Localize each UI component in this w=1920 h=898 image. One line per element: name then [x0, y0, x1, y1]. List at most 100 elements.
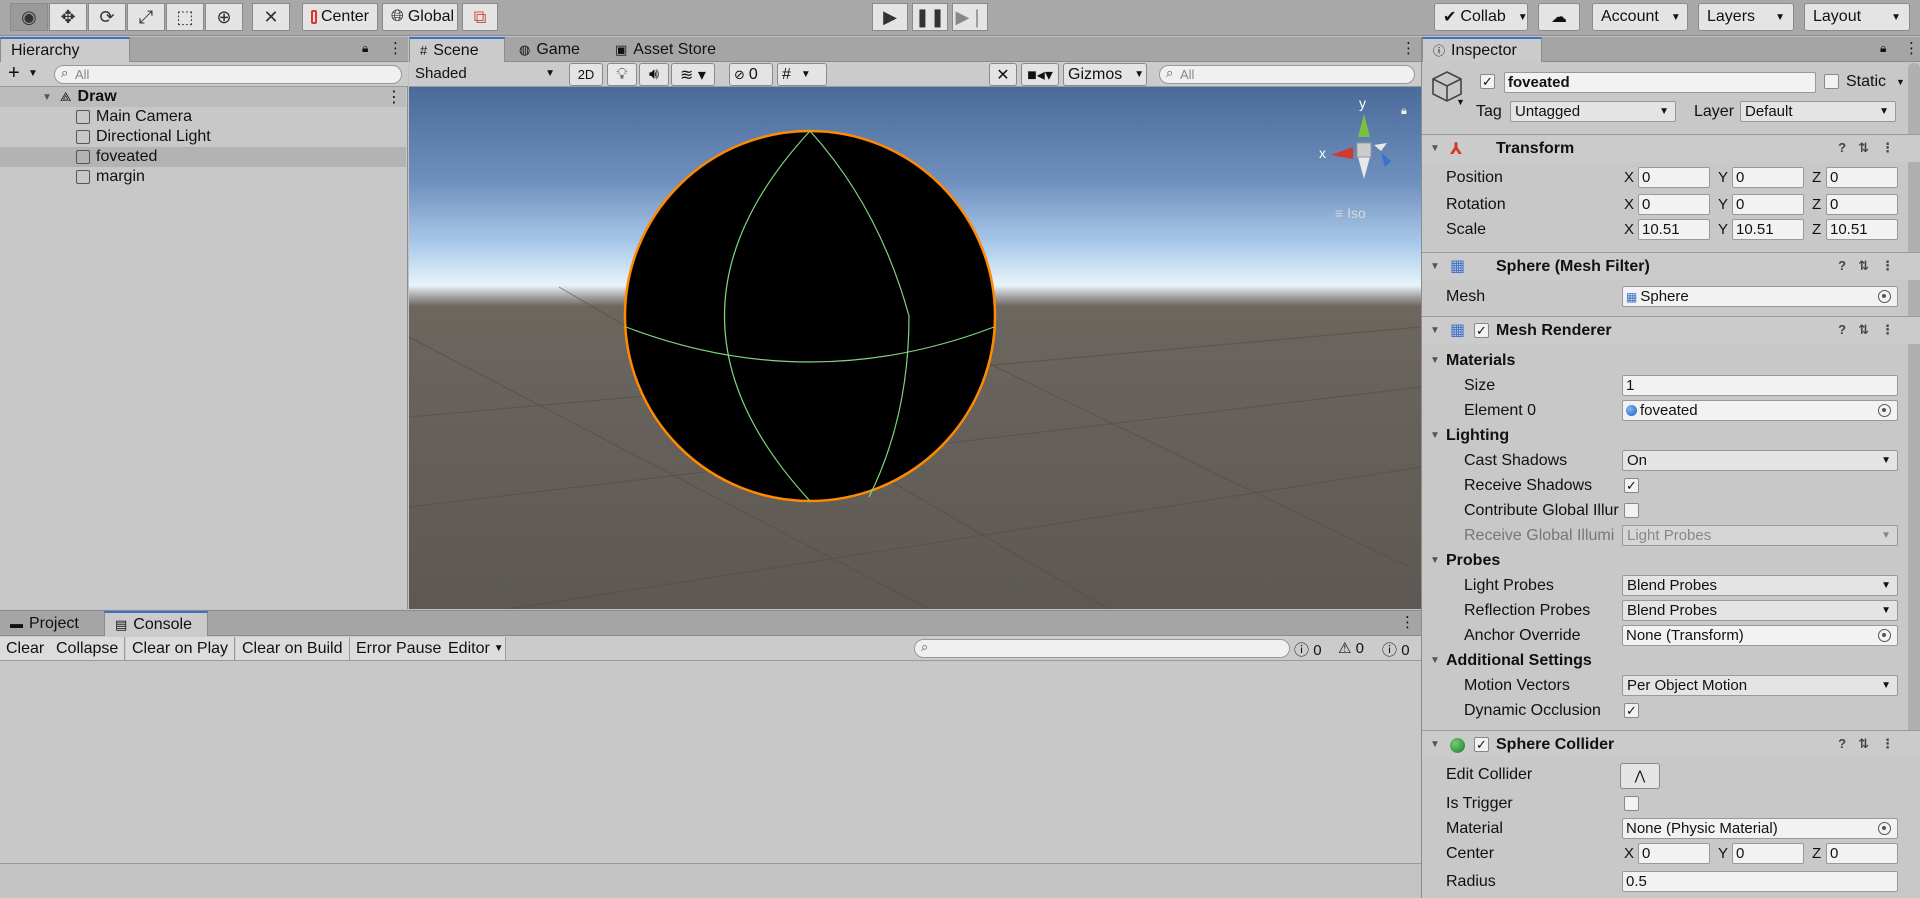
projection-toggle[interactable]: ≡ Iso — [1335, 205, 1366, 221]
mesh-renderer-enabled-checkbox[interactable]: ✓ — [1474, 323, 1489, 338]
materials-size-input[interactable]: 1 — [1622, 375, 1898, 396]
dynamic-occlusion-checkbox[interactable]: ✓ — [1624, 703, 1639, 718]
scene-tools-button[interactable]: ✕ — [989, 63, 1017, 86]
center-y-input[interactable]: 0 — [1732, 843, 1804, 864]
hierarchy-scene-row[interactable]: ▼ ⟁ Draw ⋮ — [0, 87, 406, 107]
expand-triangle-icon[interactable]: ▼ — [1430, 325, 1440, 336]
play-button[interactable]: ▶ — [872, 3, 908, 31]
error-pause-button[interactable]: Error Pause — [350, 637, 449, 660]
more-options-icon[interactable]: ⋮ — [1401, 39, 1416, 57]
transform-header[interactable]: ▼ ⅄ Transform ?⇅⋮ — [1422, 134, 1920, 162]
expand-triangle-icon[interactable]: ▼ — [1430, 555, 1440, 566]
chevron-down-icon[interactable]: ▼ — [1896, 77, 1905, 87]
light-probes-dropdown[interactable]: Blend Probes — [1622, 575, 1898, 596]
shading-mode-dropdown[interactable]: Shaded — [411, 63, 561, 84]
sphere-object[interactable] — [409, 87, 1421, 609]
lighting-toggle[interactable]: 💡︎ — [607, 63, 637, 86]
rotate-tool-button[interactable]: ⟳ — [88, 3, 126, 31]
hierarchy-item[interactable]: Main Camera — [0, 107, 406, 127]
pause-button[interactable]: ❚❚ — [912, 3, 948, 31]
materials-foldout[interactable]: ▼ Materials — [1422, 349, 1920, 374]
expand-triangle-icon[interactable]: ▼ — [42, 92, 52, 103]
component-header-icons[interactable]: ?⇅⋮ — [1838, 736, 1906, 752]
position-y-input[interactable]: 0 — [1732, 167, 1804, 188]
orientation-gizmo[interactable]: y x 🔒︎ — [1319, 95, 1409, 199]
expand-triangle-icon[interactable]: ▼ — [1430, 261, 1440, 272]
tab-scene[interactable]: # Scene — [409, 37, 505, 62]
rect-tool-button[interactable]: ⬚ — [166, 3, 204, 31]
receive-shadows-checkbox[interactable]: ✓ — [1624, 478, 1639, 493]
mesh-renderer-header[interactable]: ▼ ▦ ✓ Mesh Renderer ?⇅⋮ — [1422, 316, 1920, 344]
view-tool-button[interactable]: ◉ — [10, 3, 48, 31]
scene-search-input[interactable]: All — [1159, 65, 1415, 84]
cloud-button[interactable]: ☁ — [1538, 3, 1580, 31]
edit-collider-button[interactable]: ⋀ — [1620, 763, 1660, 789]
effects-toggle[interactable]: ≋ ▾ — [671, 63, 715, 86]
object-picker-icon[interactable] — [1878, 822, 1891, 835]
transform-tool-button[interactable]: ⊕ — [205, 3, 243, 31]
account-button[interactable]: Account ▼ — [1592, 3, 1688, 31]
mesh-filter-header[interactable]: ▼ ▦ Sphere (Mesh Filter) ?⇅⋮ — [1422, 252, 1920, 280]
hierarchy-item[interactable]: Directional Light — [0, 127, 406, 147]
console-search-input[interactable] — [914, 639, 1290, 658]
scale-x-input[interactable]: 10.51 — [1638, 219, 1710, 240]
grid-toggle[interactable]: # ▼ — [777, 63, 827, 86]
probes-foldout[interactable]: ▼ Probes — [1422, 549, 1920, 574]
pivot-center-button[interactable]: Center — [302, 3, 378, 31]
tab-asset-store[interactable]: ▣ Asset Store — [605, 37, 726, 62]
reflection-probes-dropdown[interactable]: Blend Probes — [1622, 600, 1898, 621]
component-header-icons[interactable]: ?⇅⋮ — [1838, 322, 1906, 338]
tab-inspector[interactable]: ⓘ Inspector — [1422, 37, 1542, 62]
mesh-field[interactable]: ▦ Sphere — [1622, 286, 1898, 307]
collider-material-field[interactable]: None (Physic Material) — [1622, 818, 1898, 839]
console-log-area[interactable] — [0, 661, 1421, 871]
contribute-gi-checkbox[interactable] — [1624, 503, 1639, 518]
camera-settings-button[interactable]: ■◂▾ — [1021, 63, 1059, 86]
radius-input[interactable]: 0.5 — [1622, 871, 1898, 892]
position-z-input[interactable]: 0 — [1826, 167, 1898, 188]
layer-dropdown[interactable]: Default — [1740, 101, 1896, 122]
active-checkbox[interactable]: ✓ — [1480, 74, 1495, 89]
error-count-toggle[interactable]: ⓘ 0 — [1294, 639, 1322, 660]
custom-tool-button[interactable]: ✕ — [252, 3, 290, 31]
layers-button[interactable]: Layers ▼ — [1698, 3, 1794, 31]
object-picker-icon[interactable] — [1878, 290, 1891, 303]
step-button[interactable]: ▶❘ — [952, 3, 988, 31]
mode-2d-button[interactable]: 2D — [569, 63, 603, 86]
scale-tool-button[interactable]: ⤢ — [127, 3, 165, 31]
is-trigger-checkbox[interactable] — [1624, 796, 1639, 811]
element0-field[interactable]: foveated — [1622, 400, 1898, 421]
anchor-override-field[interactable]: None (Transform) — [1622, 625, 1898, 646]
hierarchy-item-selected[interactable]: foveated — [0, 147, 406, 167]
gizmo-lock-icon[interactable]: 🔒︎ — [1401, 105, 1407, 118]
more-options-icon[interactable]: ⋮ — [388, 39, 403, 57]
gizmos-dropdown[interactable]: Gizmos ▼ — [1063, 63, 1147, 86]
position-x-input[interactable]: 0 — [1638, 167, 1710, 188]
motion-vectors-dropdown[interactable]: Per Object Motion — [1622, 675, 1898, 696]
collab-button[interactable]: ✔ Collab ▼ — [1434, 3, 1528, 31]
chevron-down-icon[interactable]: ▼ — [1456, 97, 1465, 107]
center-x-input[interactable]: 0 — [1638, 843, 1710, 864]
rotation-z-input[interactable]: 0 — [1826, 194, 1898, 215]
add-icon[interactable]: + — [8, 62, 20, 85]
hierarchy-item[interactable]: margin — [0, 167, 406, 187]
object-name-input[interactable]: foveated — [1504, 72, 1816, 93]
scale-y-input[interactable]: 10.51 — [1732, 219, 1804, 240]
message-count-toggle[interactable]: ⓘ 0 — [1382, 639, 1410, 660]
object-picker-icon[interactable] — [1878, 404, 1891, 417]
hierarchy-search-input[interactable]: All — [54, 65, 402, 84]
static-checkbox[interactable] — [1824, 74, 1839, 89]
tag-dropdown[interactable]: Untagged — [1510, 101, 1676, 122]
lighting-foldout[interactable]: ▼ Lighting — [1422, 424, 1920, 449]
cast-shadows-dropdown[interactable]: On — [1622, 450, 1898, 471]
expand-triangle-icon[interactable]: ▼ — [1430, 739, 1440, 750]
clear-on-play-button[interactable]: Clear on Play — [126, 637, 236, 660]
layout-button[interactable]: Layout ▼ — [1804, 3, 1910, 31]
chevron-down-icon[interactable]: ▼ — [28, 68, 38, 79]
scale-z-input[interactable]: 10.51 — [1826, 219, 1898, 240]
object-picker-icon[interactable] — [1878, 629, 1891, 642]
snap-button[interactable]: ⧉ — [462, 3, 498, 31]
clear-on-build-button[interactable]: Clear on Build — [236, 637, 350, 660]
lock-icon[interactable]: 🔒︎ — [1880, 41, 1886, 56]
editor-dropdown[interactable]: Editor ▼ — [442, 637, 506, 660]
